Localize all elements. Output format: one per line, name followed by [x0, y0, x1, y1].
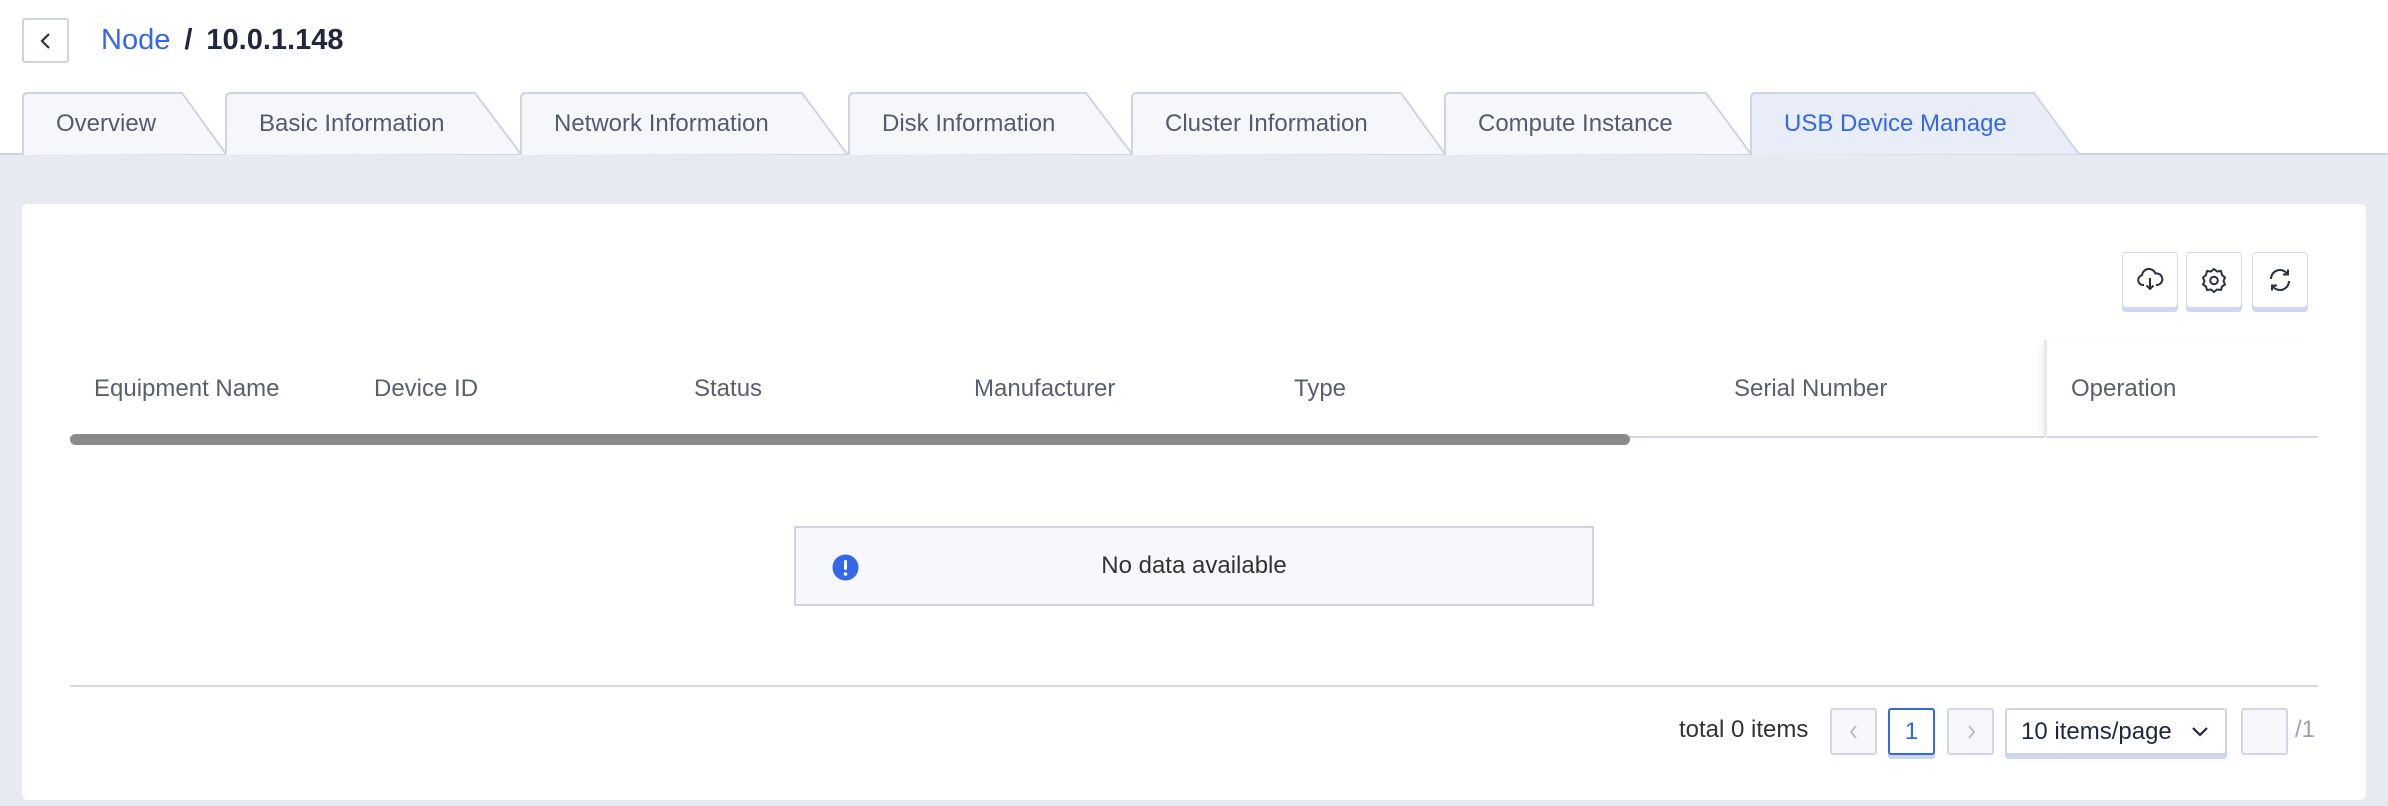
- column-header-type[interactable]: Type: [1294, 340, 1346, 438]
- refresh-button[interactable]: [2252, 252, 2308, 308]
- chevron-down-icon: [2192, 727, 2208, 737]
- tab-label: Disk Information: [882, 109, 1056, 137]
- column-header-manufacturer[interactable]: Manufacturer: [974, 340, 1115, 438]
- usb-device-panel: Equipment Name Device ID Status Manufact…: [22, 204, 2366, 800]
- column-header-serial-number[interactable]: Serial Number: [1734, 340, 1887, 438]
- back-button[interactable]: [22, 18, 69, 63]
- tab-label: Overview: [56, 109, 157, 137]
- tab-label: Compute Instance: [1478, 109, 1673, 137]
- column-header-equipment-name[interactable]: Equipment Name: [94, 340, 279, 438]
- info-icon: [832, 554, 859, 581]
- column-header-status[interactable]: Status: [694, 340, 762, 438]
- tab-label: Cluster Information: [1165, 109, 1368, 137]
- export-button[interactable]: [2122, 252, 2178, 308]
- prev-page-button[interactable]: [1830, 708, 1877, 755]
- chevron-right-icon: [1967, 724, 1975, 739]
- breadcrumb-separator: /: [184, 23, 193, 56]
- page-size-select[interactable]: 10 items/page: [2005, 708, 2227, 755]
- total-items: total 0 items: [1679, 716, 1809, 743]
- tab-cluster-information[interactable]: Cluster Information: [1131, 92, 1446, 155]
- tab-usb-device-manage[interactable]: USB Device Manage: [1750, 92, 2080, 155]
- empty-message: No data available: [1101, 552, 1287, 579]
- tab-label: Basic Information: [259, 109, 445, 137]
- breadcrumb: Node / 10.0.1.148: [101, 22, 343, 58]
- total-pages: /1: [2295, 716, 2316, 743]
- settings-button[interactable]: [2186, 252, 2242, 308]
- page-header: Node / 10.0.1.148 Overview Basic Informa…: [0, 0, 2388, 155]
- tab-label: Network Information: [554, 109, 769, 137]
- cloud-download-icon: [2137, 268, 2164, 291]
- page-jump-input[interactable]: [2241, 708, 2288, 755]
- tab-network-information[interactable]: Network Information: [520, 92, 848, 155]
- tab-label: USB Device Manage: [1784, 109, 2007, 137]
- page-number-current[interactable]: 1: [1888, 708, 1935, 755]
- page-title: 10.0.1.148: [206, 23, 344, 56]
- divider: [70, 685, 2318, 687]
- operation-column: Operation: [2044, 340, 2318, 438]
- page-size-value: 10 items/page: [2021, 717, 2172, 745]
- chevron-left-icon: [39, 32, 50, 49]
- chevron-left-icon: [1849, 724, 1857, 739]
- column-header-operation[interactable]: Operation: [2071, 340, 2176, 438]
- tab-basic-information[interactable]: Basic Information: [225, 92, 522, 155]
- tab-compute-instance[interactable]: Compute Instance: [1444, 92, 1752, 155]
- empty-state: No data available: [794, 526, 1594, 606]
- tab-overview[interactable]: Overview: [22, 92, 227, 155]
- table-header: Equipment Name Device ID Status Manufact…: [70, 340, 2318, 438]
- next-page-button[interactable]: [1947, 708, 1994, 755]
- horizontal-scrollbar[interactable]: [70, 434, 1630, 445]
- column-header-device-id[interactable]: Device ID: [374, 340, 478, 438]
- tab-disk-information[interactable]: Disk Information: [848, 92, 1133, 155]
- gear-icon: [2202, 268, 2226, 293]
- breadcrumb-node-link[interactable]: Node: [101, 24, 170, 57]
- refresh-icon: [2269, 268, 2291, 292]
